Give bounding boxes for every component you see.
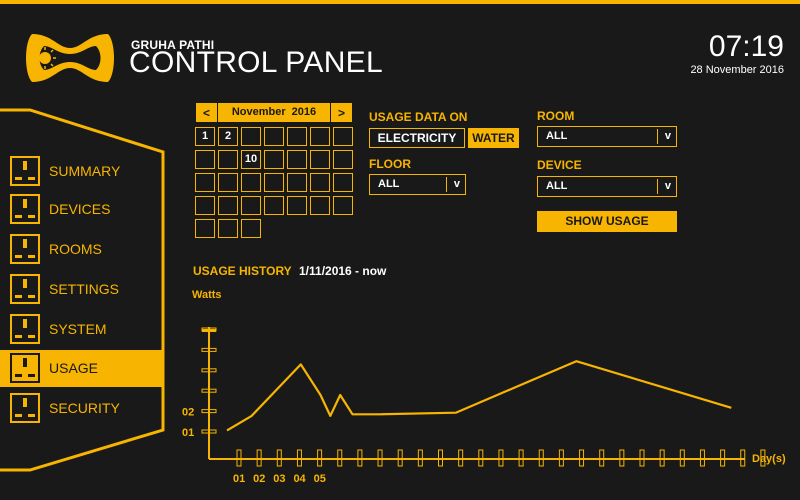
calendar-day-empty[interactable] (218, 150, 238, 169)
sidebar-item-summary[interactable]: SUMMARY (0, 153, 163, 190)
calendar-day-empty[interactable] (264, 127, 284, 146)
sidebar-item-label: SUMMARY (49, 163, 121, 179)
calendar-day-empty[interactable] (333, 196, 353, 215)
sidebar-item-label: SETTINGS (49, 281, 120, 297)
calendar-day-empty[interactable] (264, 150, 284, 169)
usage-data-label: USAGE DATA ON (369, 110, 468, 124)
y-tick-top (202, 329, 216, 332)
calendar-next-button[interactable]: > (331, 103, 352, 122)
room-select[interactable]: ALL v (537, 126, 677, 147)
select-divider (446, 177, 447, 192)
x-tick-label: 05 (314, 473, 326, 485)
clock-time: 07:19 (708, 30, 784, 63)
calendar-day-empty[interactable] (241, 219, 261, 238)
socket-icon (10, 156, 40, 186)
sidebar-item-label: DEVICES (49, 201, 111, 217)
device-label: DEVICE (537, 158, 582, 172)
sidebar-item-usage[interactable]: USAGE (0, 350, 163, 387)
calendar-month-year: November 2016 (218, 103, 330, 122)
x-tick-label: 01 (233, 473, 245, 485)
select-divider (657, 179, 658, 194)
sidebar-item-label: ROOMS (49, 241, 102, 257)
sidebar-item-devices[interactable]: DEVICES (0, 191, 163, 228)
chevron-down-icon: v (664, 130, 671, 142)
x-tick-label: 03 (273, 473, 285, 485)
calendar-day-empty[interactable] (333, 127, 353, 146)
calendar-day-empty[interactable] (310, 150, 330, 169)
calendar-day-empty[interactable] (195, 196, 215, 215)
y-tick-label: 01 (182, 427, 194, 439)
logo-icon (26, 34, 114, 82)
socket-icon (10, 314, 40, 344)
calendar-day-empty[interactable] (218, 196, 238, 215)
chevron-down-icon: v (453, 178, 460, 190)
socket-icon (10, 393, 40, 423)
x-tick-label: 04 (293, 473, 306, 485)
y-axis-label: Watts (192, 289, 222, 301)
calendar-day-empty[interactable] (310, 196, 330, 215)
usage-series-line (226, 360, 732, 432)
electricity-toggle[interactable]: ELECTRICITY (369, 128, 465, 148)
x-tick-label: 02 (253, 473, 265, 485)
calendar-prev-button[interactable]: < (196, 103, 217, 122)
usage-history-range: 1/11/2016 - now (299, 264, 387, 278)
chevron-down-icon: v (664, 180, 671, 192)
calendar-day-empty[interactable] (195, 173, 215, 192)
calendar-day[interactable]: 1 (195, 127, 215, 146)
room-label: ROOM (537, 109, 575, 123)
floor-select[interactable]: ALL v (369, 174, 466, 195)
show-usage-button[interactable]: SHOW USAGE (537, 211, 677, 232)
calendar-day-empty[interactable] (287, 173, 307, 192)
socket-icon (10, 353, 40, 383)
socket-icon (10, 274, 40, 304)
calendar-day-empty[interactable] (287, 127, 307, 146)
clock-date: 28 November 2016 (690, 64, 784, 76)
sidebar-item-security[interactable]: SECURITY (0, 390, 163, 427)
calendar-day-empty[interactable] (310, 173, 330, 192)
calendar-year: 2016 (291, 106, 317, 118)
top-accent-bar (0, 0, 800, 4)
calendar-day-empty[interactable] (241, 173, 261, 192)
device-select[interactable]: ALL v (537, 176, 677, 197)
select-divider (657, 129, 658, 144)
calendar-day[interactable]: 10 (241, 150, 261, 169)
calendar-day-empty[interactable] (310, 127, 330, 146)
calendar-day-empty[interactable] (195, 219, 215, 238)
calendar-day-empty[interactable] (195, 150, 215, 169)
calendar-day-empty[interactable] (241, 196, 261, 215)
floor-label: FLOOR (369, 157, 411, 171)
calendar-day-empty[interactable] (333, 173, 353, 192)
page-title: CONTROL PANEL (129, 46, 383, 79)
socket-icon (10, 194, 40, 224)
usage-chart: Watts Day(s) 01 02 01 02 03 04 05 (182, 289, 786, 485)
calendar-day-empty[interactable] (241, 127, 261, 146)
water-toggle[interactable]: WATER (468, 128, 519, 148)
floor-select-value: ALL (378, 178, 400, 190)
x-axis-label: Day(s) (752, 453, 786, 465)
sidebar-item-label: SYSTEM (49, 321, 107, 337)
calendar-day-empty[interactable] (264, 196, 284, 215)
socket-icon (10, 234, 40, 264)
y-tick-label: 02 (182, 407, 194, 419)
sidebar-item-settings[interactable]: SETTINGS (0, 271, 163, 308)
calendar-day-empty[interactable] (287, 196, 307, 215)
device-select-value: ALL (546, 180, 568, 192)
calendar-day-empty[interactable] (218, 219, 238, 238)
calendar-day[interactable]: 2 (218, 127, 238, 146)
sidebar-item-label: SECURITY (49, 400, 120, 416)
calendar-day-empty[interactable] (218, 173, 238, 192)
sidebar-item-label: USAGE (49, 360, 99, 376)
calendar-month: November (231, 106, 286, 118)
calendar-day-empty[interactable] (287, 150, 307, 169)
calendar-day-empty[interactable] (264, 173, 284, 192)
calendar-day-empty[interactable] (333, 150, 353, 169)
usage-history-title: USAGE HISTORY (193, 264, 292, 278)
room-select-value: ALL (546, 130, 568, 142)
sidebar-item-rooms[interactable]: ROOMS (0, 231, 163, 268)
sidebar-item-system[interactable]: SYSTEM (0, 311, 163, 348)
